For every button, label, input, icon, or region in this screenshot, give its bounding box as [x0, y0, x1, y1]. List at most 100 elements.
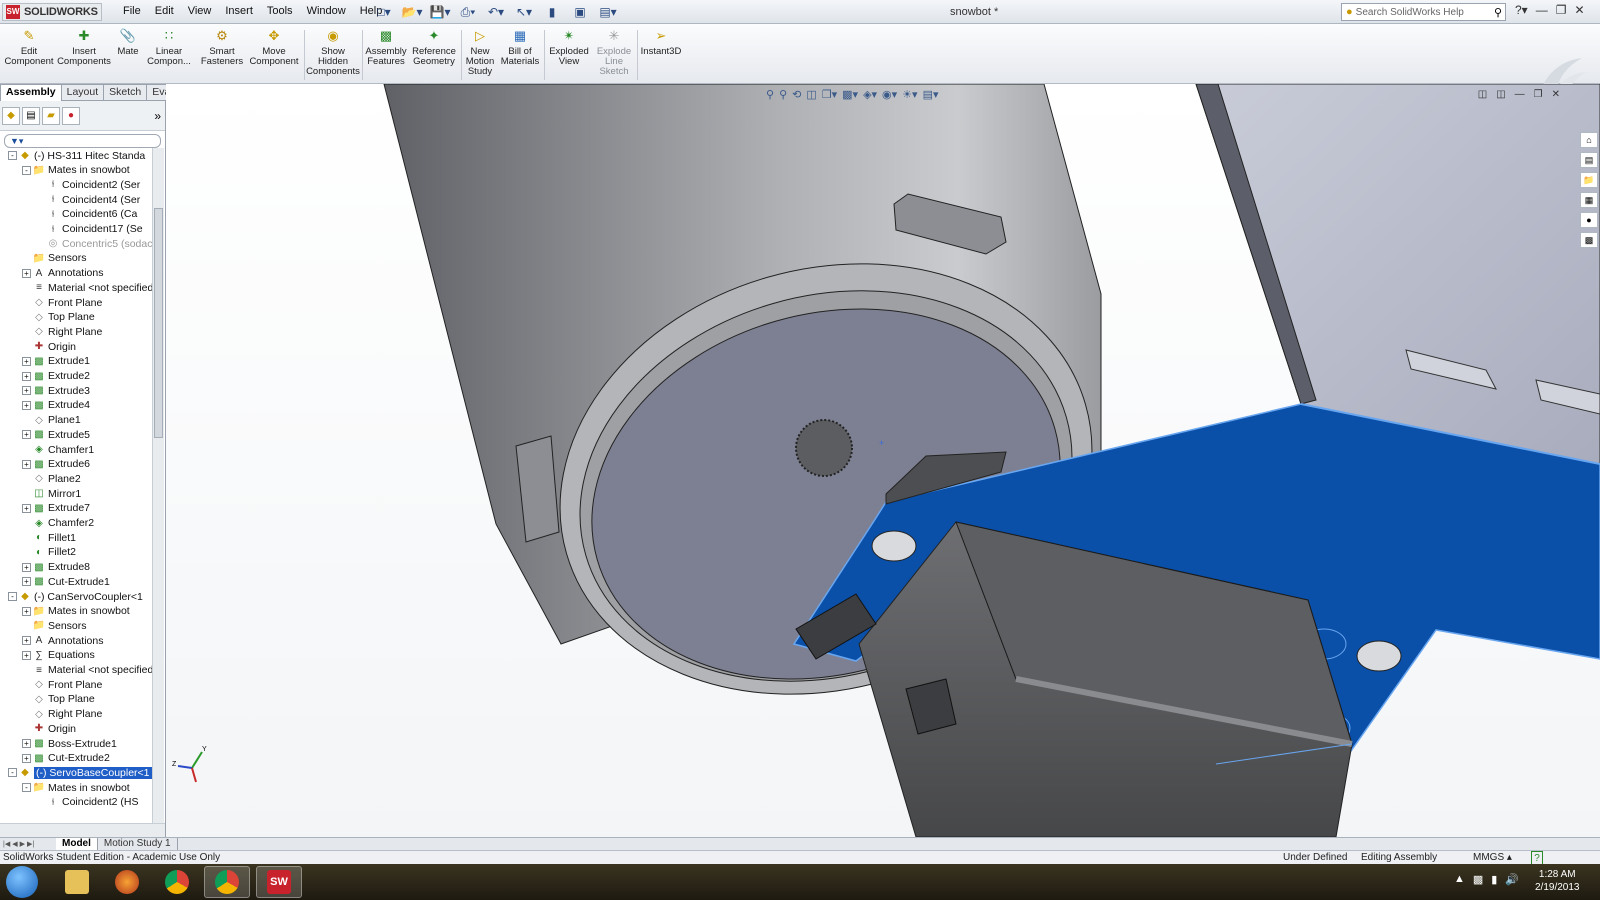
- graphics-viewport[interactable]: + ⚲ ⚲ ⟲ ◫ ❐▾ ▩▾ ◈▾ ◉▾ ☀▾ ▤▾ ◫ ◫ — ❐ ✕ ⌂ …: [166, 84, 1600, 837]
- collapse-toggle-icon[interactable]: -: [22, 783, 31, 793]
- expand-toggle-icon[interactable]: +: [22, 650, 31, 660]
- expand-toggle-icon[interactable]: +: [22, 356, 31, 366]
- tree-item[interactable]: ◐ Fillet2: [22, 545, 76, 560]
- servo-spline[interactable]: [795, 419, 853, 477]
- tree-item[interactable]: ◇ Top Plane: [22, 310, 95, 325]
- mounting-hole[interactable]: [871, 530, 917, 562]
- design-library-icon[interactable]: ▤: [1580, 152, 1598, 168]
- tree-item[interactable]: + ▩ Extrude1: [22, 354, 90, 369]
- last-tab-icon[interactable]: ▶|: [27, 840, 34, 848]
- edit-appearance-icon[interactable]: ◉▾: [882, 88, 897, 101]
- expand-toggle-icon[interactable]: +: [22, 739, 31, 748]
- expand-toggle-icon[interactable]: +: [22, 503, 31, 513]
- insert-components-button[interactable]: ✚ Insert Components: [57, 28, 111, 67]
- mate-button[interactable]: 📎 Mate: [114, 28, 142, 57]
- search-icon[interactable]: ⚲: [1494, 6, 1502, 19]
- reference-geometry-button[interactable]: ✦ Reference Geometry: [410, 28, 458, 67]
- expand-toggle-icon[interactable]: +: [22, 400, 31, 410]
- tree-item[interactable]: + A Annotations: [22, 633, 103, 648]
- options-icon[interactable]: ▤▾: [596, 3, 620, 21]
- tile-vertical-icon[interactable]: ◫: [1496, 89, 1505, 100]
- file-explorer-taskbar-icon[interactable]: [54, 866, 100, 898]
- mounting-hole[interactable]: [1356, 640, 1402, 672]
- tray-app-icon[interactable]: ▩: [1473, 873, 1483, 886]
- model-tab[interactable]: Model: [56, 838, 98, 850]
- save-icon[interactable]: 💾▾: [428, 3, 452, 21]
- display-manager-tab-icon[interactable]: ●: [62, 106, 80, 125]
- tree-item[interactable]: ⫮ Coincident6 (Ca: [36, 207, 138, 222]
- tree-item[interactable]: ◫ Mirror1: [22, 486, 81, 501]
- minimize-icon[interactable]: —: [1536, 3, 1548, 17]
- tree-item[interactable]: ◈ Chamfer2: [22, 516, 94, 531]
- tree-item[interactable]: + 📁 Mates in snowbot: [22, 604, 130, 619]
- tree-item[interactable]: ✚ Origin: [22, 339, 76, 354]
- menu-edit[interactable]: Edit: [148, 5, 181, 17]
- expand-toggle-icon[interactable]: +: [22, 577, 31, 587]
- assembly-features-button[interactable]: ▩ Assembly Features: [365, 28, 407, 67]
- view-settings-icon[interactable]: ▤▾: [923, 88, 939, 101]
- tree-item[interactable]: ⫮ Coincident2 (Ser: [36, 177, 141, 192]
- tree-item[interactable]: - 📁 Mates in snowbot: [22, 780, 130, 795]
- expand-toggle-icon[interactable]: +: [22, 371, 31, 381]
- expand-toggle-icon[interactable]: +: [22, 459, 31, 469]
- tree-item[interactable]: ◐ Fillet1: [22, 530, 76, 545]
- tab-assembly[interactable]: Assembly: [0, 84, 62, 101]
- unit-system-selector[interactable]: MMGS ▴: [1473, 851, 1512, 864]
- hide-show-items-icon[interactable]: ◈▾: [863, 88, 877, 101]
- tree-item[interactable]: + ▩ Extrude2: [22, 369, 90, 384]
- tree-item[interactable]: ◇ Front Plane: [22, 677, 102, 692]
- expand-toggle-icon[interactable]: +: [22, 636, 31, 646]
- collapse-toggle-icon[interactable]: -: [8, 151, 17, 160]
- tab-sketch[interactable]: Sketch: [104, 84, 148, 101]
- chrome-window-taskbar-icon[interactable]: [204, 866, 250, 898]
- close-icon[interactable]: ✕: [1574, 3, 1584, 17]
- bracket-vertical-plate[interactable]: [1195, 84, 1600, 465]
- instant3d-button[interactable]: ➢ Instant3D: [639, 28, 683, 57]
- next-tab-icon[interactable]: ▶: [20, 840, 25, 848]
- view-orientation-icon[interactable]: ❐▾: [822, 88, 837, 101]
- tree-item[interactable]: - ◆ (-) HS-311 Hitec Standa: [8, 148, 145, 163]
- rebuild-icon[interactable]: ▮: [540, 3, 564, 21]
- viewport-restore-icon[interactable]: ❐: [1534, 89, 1543, 100]
- tree-item[interactable]: + ▩ Boss-Extrude1: [22, 736, 117, 751]
- expand-toggle-icon[interactable]: +: [22, 562, 31, 572]
- feature-tree-tab-icon[interactable]: ◆: [2, 106, 20, 125]
- collapse-toggle-icon[interactable]: -: [8, 592, 17, 601]
- select-pointer-icon[interactable]: ↖▾: [512, 3, 536, 21]
- search-help-box[interactable]: ● Search SolidWorks Help ⚲: [1341, 3, 1506, 21]
- expand-toggle-icon[interactable]: +: [22, 268, 31, 278]
- tree-filter-field[interactable]: ▼▾: [4, 134, 161, 148]
- model-view[interactable]: +: [166, 84, 1600, 837]
- move-component-button[interactable]: ✥ Move Component: [249, 28, 299, 67]
- section-view-icon[interactable]: ◫: [806, 88, 816, 101]
- expand-toggle-icon[interactable]: +: [22, 430, 31, 440]
- solidworks-logo[interactable]: SW SOLIDWORKS: [2, 3, 102, 21]
- tree-item[interactable]: ◇ Plane2: [22, 471, 81, 486]
- tree-item[interactable]: + ▩ Extrude4: [22, 398, 90, 413]
- view-palette-icon[interactable]: ▦: [1580, 192, 1598, 208]
- zoom-to-fit-icon[interactable]: ⚲: [766, 88, 774, 101]
- expand-toggle-icon[interactable]: +: [22, 386, 31, 396]
- configuration-manager-tab-icon[interactable]: ▰: [42, 106, 60, 125]
- system-clock[interactable]: 1:28 AM 2/19/2013: [1535, 868, 1580, 894]
- tree-item[interactable]: ◇ Right Plane: [22, 324, 102, 339]
- scrollbar-thumb[interactable]: [154, 208, 163, 438]
- tree-item[interactable]: ≡ Material <not specified: [22, 663, 153, 678]
- solidworks-taskbar-icon[interactable]: SW: [256, 866, 302, 898]
- tree-item[interactable]: + ▩ Extrude6: [22, 457, 90, 472]
- tile-horizontal-icon[interactable]: ◫: [1478, 89, 1487, 100]
- first-tab-icon[interactable]: |◀: [3, 840, 10, 848]
- tree-item[interactable]: - ◆ (-) CanServoCoupler<1: [8, 589, 143, 604]
- tree-item[interactable]: - ◆ (-) ServoBaseCoupler<1: [8, 765, 152, 780]
- tree-item[interactable]: + ▩ Cut-Extrude2: [22, 751, 110, 766]
- tree-item[interactable]: ⫮ Coincident4 (Ser: [36, 192, 141, 207]
- smart-fasteners-button[interactable]: ⚙ Smart Fasteners: [200, 28, 244, 67]
- appearances-icon[interactable]: ●: [1580, 212, 1598, 228]
- tree-item[interactable]: ≡ Material <not specified: [22, 280, 153, 295]
- search-input[interactable]: Search SolidWorks Help: [1356, 7, 1494, 18]
- new-document-icon[interactable]: □▾: [372, 3, 396, 21]
- tree-horizontal-scrollbar[interactable]: [0, 823, 165, 837]
- tree-item[interactable]: ◇ Plane1: [22, 413, 81, 428]
- expand-toggle-icon[interactable]: +: [22, 606, 31, 616]
- show-hidden-icons-icon[interactable]: ▲: [1454, 873, 1465, 886]
